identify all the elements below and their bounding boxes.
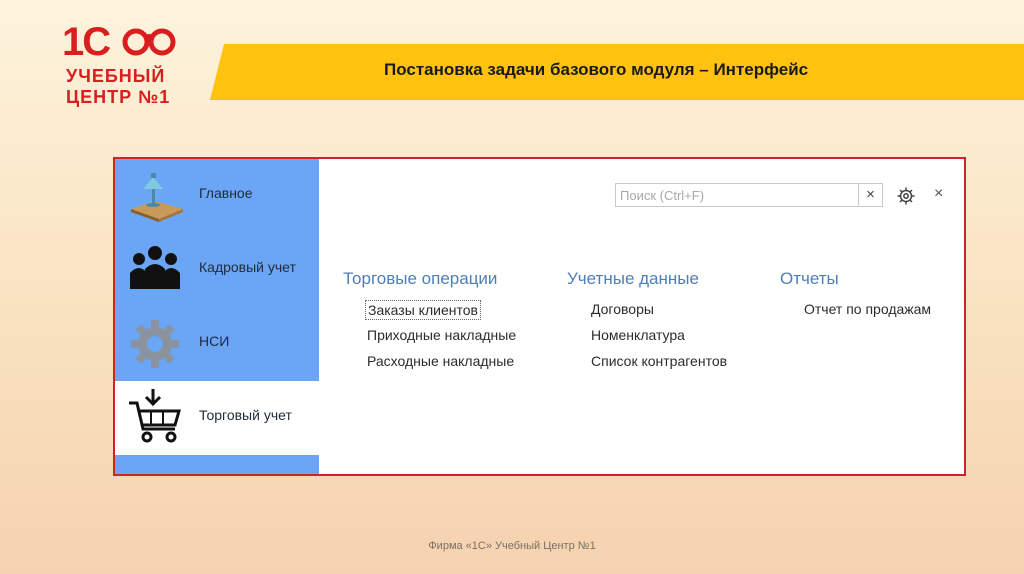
cart-icon	[129, 389, 181, 443]
section-title: Отчеты	[780, 269, 839, 288]
section-accounting-data: Учетные данные Договоры Номенклатура Спи…	[567, 269, 729, 378]
sidebar-item-hr[interactable]: Кадровый учет	[115, 233, 319, 307]
search-box	[615, 183, 859, 207]
logo-line-2: ЦЕНТР №1	[66, 87, 171, 107]
section-trade-operations: Торговые операции Заказы клиентов Приход…	[343, 269, 518, 378]
sidebar-item-label: НСИ	[199, 333, 230, 349]
nav-link-nomenclature[interactable]: Номенклатура	[589, 326, 729, 352]
close-button[interactable]: ×	[934, 185, 943, 203]
nav-link-customer-orders[interactable]: Заказы клиентов	[365, 300, 518, 326]
sidebar-item-nsi[interactable]: НСИ	[115, 307, 319, 381]
settings-icon[interactable]	[896, 186, 916, 206]
search-input[interactable]	[616, 184, 856, 206]
logo-line-1: УЧЕБНЫЙ	[66, 66, 166, 86]
nav-link-counterparties[interactable]: Список контрагентов	[589, 352, 729, 378]
logo-mark: 1С	[62, 20, 111, 64]
sidebar-item-label: Кадровый учет	[199, 259, 296, 275]
nav-link-incoming-invoices[interactable]: Приходные накладные	[365, 326, 518, 352]
section-reports: Отчеты Отчет по продажам	[780, 269, 933, 326]
main-area: × × Торговые операции Заказы клиентов Пр…	[319, 159, 964, 474]
title-banner: Постановка задачи базового модуля – Инте…	[210, 44, 1024, 100]
nav-link-outgoing-invoices[interactable]: Расходные накладные	[365, 352, 518, 378]
app-window: Главное Кадровый учет НСИ Торговый учет …	[113, 157, 966, 476]
glasses-icon	[122, 28, 176, 56]
slide-footer: Фирма «1С» Учебный Центр №1	[428, 540, 596, 552]
section-title: Учетные данные	[567, 269, 699, 288]
nav-link-contracts[interactable]: Договоры	[589, 300, 729, 326]
slide-title: Постановка задачи базового модуля – Инте…	[384, 60, 809, 79]
nav-link-sales-report[interactable]: Отчет по продажам	[802, 300, 933, 326]
sidebar-item-label: Главное	[199, 185, 253, 201]
section-title: Торговые операции	[343, 269, 498, 288]
logo: 1С УЧЕБНЫЙ ЦЕНТР №1	[62, 22, 182, 112]
sidebar-item-main[interactable]: Главное	[115, 159, 319, 233]
gear-icon	[131, 320, 179, 368]
search-clear-button[interactable]: ×	[859, 183, 883, 207]
sidebar: Главное Кадровый учет НСИ Торговый учет	[115, 159, 319, 474]
desk-lamp-icon	[131, 173, 183, 222]
sidebar-item-label: Торговый учет	[199, 407, 292, 423]
people-icon	[130, 246, 180, 289]
sidebar-item-trade[interactable]: Торговый учет	[115, 381, 319, 455]
